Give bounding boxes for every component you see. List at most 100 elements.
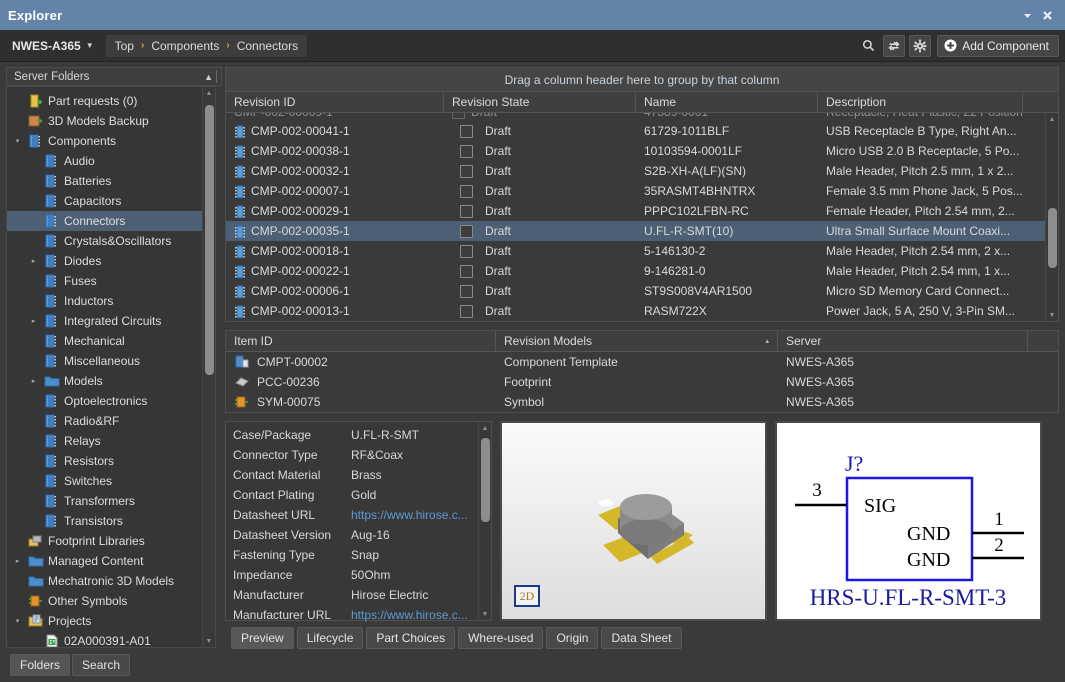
expand-toggle-icon[interactable]: ▸ (27, 257, 40, 265)
sidebar-item-crystals-oscillators[interactable]: Crystals&Oscillators (7, 231, 215, 251)
search-icon[interactable] (857, 35, 879, 57)
parameter-row[interactable]: Manufacturer URL https://www.hirose.c... (226, 605, 491, 625)
parameters-scroll-thumb[interactable] (481, 438, 490, 522)
table-row[interactable]: CMP-002-00006-1 Draft ST9S008V4AR1500 Micro… (226, 281, 1058, 301)
parameter-row[interactable]: Impedance 50Ohm (226, 565, 491, 585)
state-checkbox[interactable] (460, 304, 473, 318)
sidebar-item-02a000391-a01[interactable]: 02A000391-A01 (7, 631, 215, 647)
sidebar-item-connectors[interactable]: Connectors (7, 211, 215, 231)
sidebar-item-resistors[interactable]: Resistors (7, 451, 215, 471)
sidebar-item-capacitors[interactable]: Capacitors (7, 191, 215, 211)
sidebar-item-inductors[interactable]: Inductors (7, 291, 215, 311)
parameter-value-link[interactable]: https://www.hirose.c... (351, 508, 468, 522)
bottom-tab-where-used[interactable]: Where-used (458, 627, 544, 649)
table-row[interactable]: CMP-002-00029-1 Draft PPPC102LFBN-RC Female… (226, 201, 1058, 221)
sidebar-item-audio[interactable]: Audio (7, 151, 215, 171)
table-row[interactable]: CMP-002-00018-1 Draft 5-146130-2 Male Heade… (226, 241, 1058, 261)
table-row[interactable]: CMP-002-00013-1 Draft RASM722X Power Jack, … (226, 301, 1058, 321)
revision-models-body[interactable]: CMPT-00002 Component Template NWES-A365 PCC… (226, 352, 1058, 412)
table-row[interactable]: CMP-002-00038-1 Draft 10103594-0001LF Micro… (226, 141, 1058, 161)
sidebar-item-optoelectronics[interactable]: Optoelectronics (7, 391, 215, 411)
table-row[interactable]: CMP-002-00022-1 Draft 9-146281-0 Male Heade… (226, 261, 1058, 281)
scroll-up-icon[interactable]: ▲ (203, 87, 215, 99)
components-grid[interactable]: Revision ID Revision State Name Description… (225, 91, 1059, 322)
bottom-tab-origin[interactable]: Origin (546, 627, 599, 649)
collapse-icon[interactable]: ▲ (204, 72, 216, 82)
sidebar-item-other-symbols[interactable]: Other Symbols (7, 591, 215, 611)
parameter-row[interactable]: Datasheet URL https://www.hirose.c... (226, 505, 491, 525)
sidebar-item-part-requests-0[interactable]: Part requests (0) (7, 91, 215, 111)
state-checkbox[interactable] (460, 124, 473, 138)
sidebar-item-transistors[interactable]: Transistors (7, 511, 215, 531)
table-row-partial[interactable]: CMP-002-00009-1Draft47589-0001Receptacle… (226, 113, 1058, 121)
sidebar-item-managed-content[interactable]: ▸ Managed Content (7, 551, 215, 571)
models-row[interactable]: PCC-00236 Footprint NWES-A365 (226, 372, 1058, 392)
state-checkbox[interactable] (460, 264, 473, 278)
bottom-tab-data-sheet[interactable]: Data Sheet (601, 627, 682, 649)
revision-models-grid[interactable]: Item ID Revision Models ▴ Server CMPT-00002… (225, 330, 1059, 413)
refresh-icon[interactable] (883, 34, 906, 57)
bottom-tab-preview[interactable]: Preview (231, 627, 294, 649)
sidebar-item-3d-models-backup[interactable]: 3D Models Backup (7, 111, 215, 131)
close-icon[interactable] (1037, 5, 1057, 25)
state-checkbox[interactable] (460, 204, 473, 218)
sidebar-item-models[interactable]: ▸ Models (7, 371, 215, 391)
sidebar-item-diodes[interactable]: ▸ Diodes (7, 251, 215, 271)
add-component-button[interactable]: Add Component (937, 34, 1059, 57)
expand-toggle-icon[interactable]: ▾ (11, 137, 24, 145)
state-checkbox[interactable] (460, 144, 473, 158)
bottom-tab-lifecycle[interactable]: Lifecycle (296, 627, 364, 649)
column-header-revision-id[interactable]: Revision ID (226, 92, 444, 112)
sidebar-item-relays[interactable]: Relays (7, 431, 215, 451)
scroll-down-icon[interactable]: ▼ (479, 608, 491, 620)
state-checkbox[interactable] (460, 284, 473, 298)
view-mode-badge[interactable]: 2D (514, 585, 540, 607)
expand-toggle-icon[interactable]: ▸ (27, 377, 40, 385)
breadcrumb-item-connectors[interactable]: Connectors (237, 39, 298, 53)
models-column-header-item-id[interactable]: Item ID (226, 331, 496, 351)
expand-toggle-icon[interactable]: ▸ (11, 557, 24, 565)
schematic-symbol-preview[interactable]: J? 3 SIG 1 GND 2 GND HRS-U.FL-R-SMT-3 (775, 421, 1042, 621)
sidebar-item-mechanical[interactable]: Mechanical (7, 331, 215, 351)
state-checkbox[interactable] (460, 244, 473, 258)
components-grid-body[interactable]: CMP-002-00009-1Draft47589-0001Receptacle… (226, 113, 1058, 321)
sidebar-item-mechatronic-3d-models[interactable]: Mechatronic 3D Models (7, 571, 215, 591)
table-row[interactable]: CMP-002-00032-1 Draft S2B-XH-A(LF)(SN) Male… (226, 161, 1058, 181)
sidebar-item-switches[interactable]: Switches (7, 471, 215, 491)
scroll-up-icon[interactable]: ▲ (1046, 113, 1058, 125)
sidebar-item-integrated-circuits[interactable]: ▸ Integrated Circuits (7, 311, 215, 331)
grid-scroll-thumb[interactable] (1048, 208, 1057, 268)
sidebar-item-transformers[interactable]: Transformers (7, 491, 215, 511)
group-by-dropzone[interactable]: Drag a column header here to group by th… (225, 67, 1059, 91)
parameter-row[interactable]: Contact Material Brass (226, 465, 491, 485)
gear-icon[interactable] (909, 34, 932, 57)
breadcrumb-item-components[interactable]: Components (151, 39, 219, 53)
scroll-down-icon[interactable]: ▼ (203, 635, 215, 647)
parameter-row[interactable]: Contact Plating Gold (226, 485, 491, 505)
state-checkbox[interactable] (460, 164, 473, 178)
models-column-header-server[interactable]: Server (778, 331, 1028, 351)
tree-scroll-thumb[interactable] (205, 105, 214, 375)
table-row[interactable]: CMP-002-00041-1 Draft 61729-1011BLF USB Rec… (226, 121, 1058, 141)
scroll-up-icon[interactable]: ▲ (479, 422, 491, 434)
sidebar-item-components[interactable]: ▾ Components (7, 131, 215, 151)
tab-search[interactable]: Search (72, 654, 131, 676)
column-header-revision-state[interactable]: Revision State (444, 92, 636, 112)
sidebar-item-radio-rf[interactable]: Radio&RF (7, 411, 215, 431)
column-header-name[interactable]: Name (636, 92, 818, 112)
chevron-down-icon[interactable] (1017, 5, 1037, 25)
sidebar-item-projects[interactable]: ▾ Projects (7, 611, 215, 631)
sidebar-item-fuses[interactable]: Fuses (7, 271, 215, 291)
expand-toggle-icon[interactable]: ▸ (27, 317, 40, 325)
models-row[interactable]: CMPT-00002 Component Template NWES-A365 (226, 352, 1058, 372)
tree-scrollbar[interactable]: ▲ ▼ (202, 87, 215, 647)
models-row[interactable]: SYM-00075 Symbol NWES-A365 (226, 392, 1058, 412)
models-column-header-revision-models[interactable]: Revision Models ▴ (496, 331, 778, 351)
sidebar-item-batteries[interactable]: Batteries (7, 171, 215, 191)
state-checkbox[interactable] (460, 184, 473, 198)
parameter-value-link[interactable]: https://www.hirose.c... (351, 608, 468, 622)
sidebar-item-miscellaneous[interactable]: Miscellaneous (7, 351, 215, 371)
parameter-row[interactable]: Connector Type RF&Coax (226, 445, 491, 465)
parameters-scrollbar[interactable]: ▲ ▼ (478, 422, 491, 620)
state-checkbox[interactable] (460, 224, 473, 238)
